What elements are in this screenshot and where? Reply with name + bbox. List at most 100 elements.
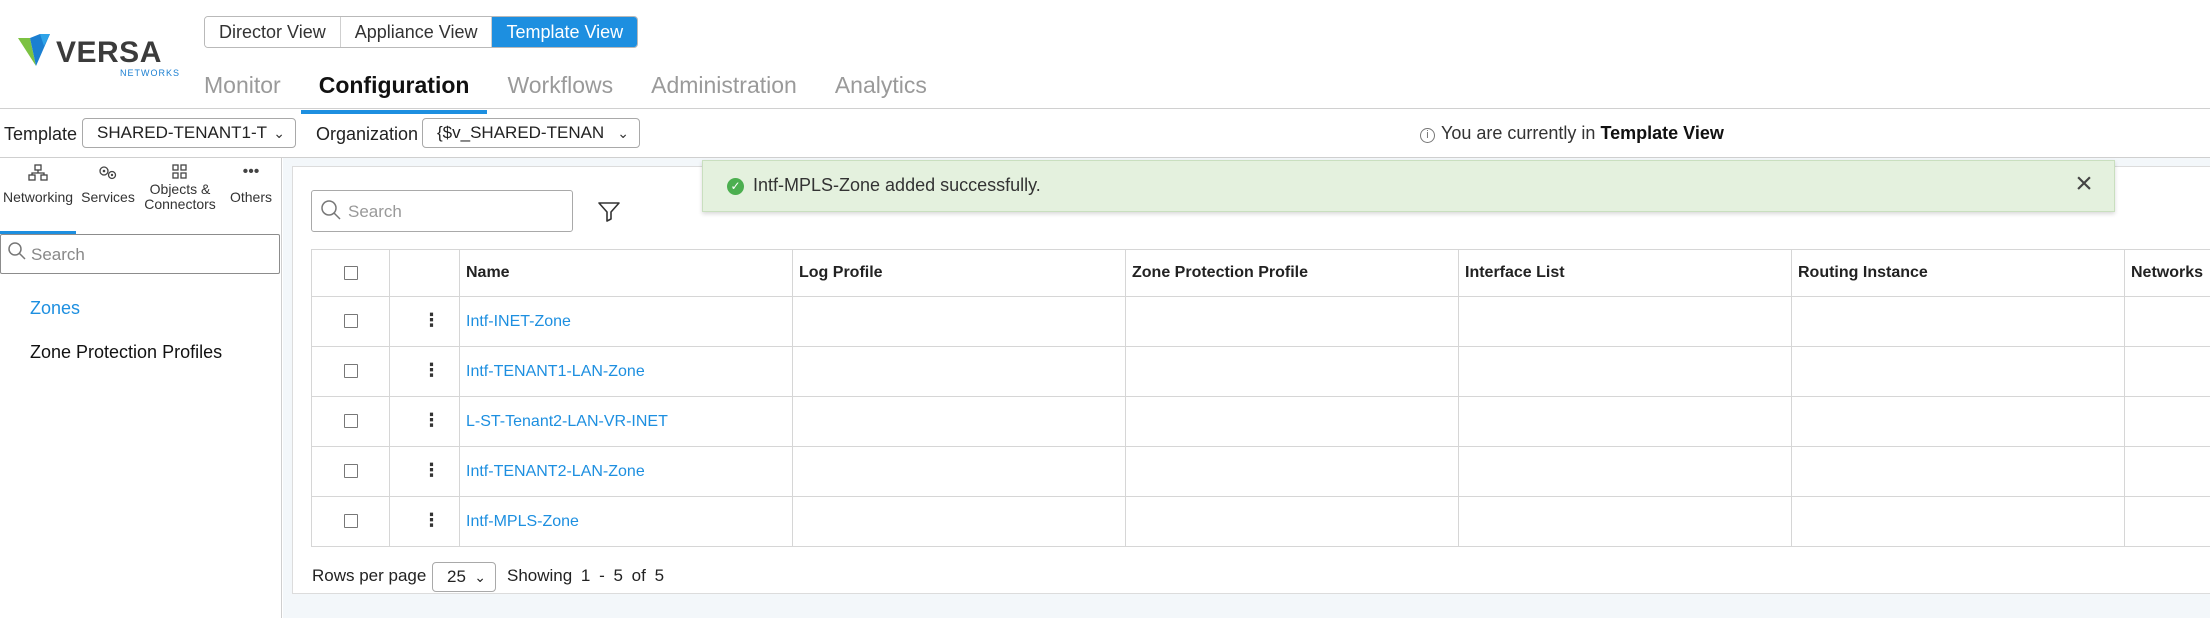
info-icon: i (1420, 128, 1435, 143)
column-header-log-profile[interactable]: Log Profile (792, 249, 1126, 297)
search-icon (7, 241, 27, 266)
row-menu-cell: ⋮ (389, 346, 460, 397)
more-icon: ••• (242, 163, 260, 180)
organization-select[interactable]: {$v_SHARED-TENAN ⌄ (422, 118, 640, 148)
director-view-button[interactable]: Director View (205, 17, 341, 47)
organization-select-value: {$v_SHARED-TENAN (437, 123, 605, 142)
column-header-networks[interactable]: Networks (2124, 249, 2210, 297)
category-label: Networking (2, 189, 74, 205)
versa-logo-icon (18, 34, 50, 66)
view-switch: Director View Appliance View Template Vi… (204, 16, 639, 48)
kebab-menu-icon[interactable]: ⋮ (423, 411, 441, 429)
rows-per-page-select[interactable]: 25 ⌄ (432, 562, 496, 592)
header-actions (389, 249, 460, 297)
versa-logo: VERSA NETWORKS (16, 28, 179, 78)
checkbox[interactable] (343, 314, 358, 329)
kebab-menu-icon[interactable]: ⋮ (423, 511, 441, 529)
zone-name-link[interactable]: Intf-MPLS-Zone (459, 496, 793, 547)
objects-icon (140, 164, 220, 182)
template-view-button[interactable]: Template View (492, 17, 638, 47)
template-select[interactable]: SHARED-TENANT1-T ⌄ (82, 118, 296, 148)
pagination-summary: Showing 1 - 5 of 5 (507, 566, 665, 585)
template-label: Template (4, 124, 78, 144)
category-objects-connectors[interactable]: Objects & Connectors (140, 158, 220, 234)
table-row: ⋮ Intf-TENANT1-LAN-Zone (311, 346, 2210, 397)
zone-name-link[interactable]: Intf-TENANT1-LAN-Zone (459, 346, 793, 397)
toast-message: Intf-MPLS-Zone added successfully. (753, 175, 1041, 195)
category-others[interactable]: ••• Others (220, 158, 282, 234)
row-menu-cell: ⋮ (389, 396, 460, 447)
main-nav: Monitor Configuration Workflows Administ… (204, 66, 965, 114)
category-networking[interactable]: Networking (0, 158, 76, 234)
kebab-menu-icon[interactable]: ⋮ (423, 311, 441, 329)
row-checkbox-cell (311, 296, 390, 347)
table-header-row: Name Log Profile Zone Protection Profile… (311, 249, 2210, 297)
row-menu-cell: ⋮ (389, 446, 460, 497)
row-checkbox-cell (311, 396, 390, 447)
header-select-all[interactable] (311, 249, 390, 297)
nav-workflows[interactable]: Workflows (507, 66, 613, 108)
view-info: i You are currently in Template View (1420, 123, 1724, 144)
column-header-zone-protection-profile[interactable]: Zone Protection Profile (1125, 249, 1459, 297)
category-tabs: Networking Services Objects & Connectors… (0, 158, 282, 234)
nav-monitor[interactable]: Monitor (204, 66, 281, 108)
zone-name-link[interactable]: Intf-TENANT2-LAN-Zone (459, 446, 793, 497)
sidebar-item-zones[interactable]: Zones (0, 286, 280, 330)
brand-name: VERSA (56, 36, 162, 69)
category-label: Objects & Connectors (144, 181, 216, 212)
filter-icon (598, 202, 620, 222)
zones-table: Name Log Profile Zone Protection Profile… (311, 249, 2210, 547)
template-select-value: SHARED-TENANT1-T (97, 123, 268, 142)
sidebar: Networking Services Objects & Connectors… (0, 158, 282, 618)
column-header-interface-list[interactable]: Interface List (1458, 249, 1792, 297)
success-toast: ✓ Intf-MPLS-Zone added successfully. × (702, 160, 2115, 212)
sidebar-search (0, 234, 280, 274)
row-checkbox-cell (311, 346, 390, 397)
nav-configuration[interactable]: Configuration (300, 66, 488, 114)
context-bar: Template SHARED-TENANT1-T ⌄ Organization… (0, 110, 2210, 158)
checkbox[interactable] (343, 514, 358, 529)
sidebar-search-input[interactable] (31, 243, 261, 267)
category-services[interactable]: Services (76, 158, 140, 234)
check-circle-icon: ✓ (727, 178, 744, 195)
services-icon (76, 164, 140, 190)
view-info-bold: Template View (1600, 123, 1724, 143)
networking-icon (0, 164, 76, 190)
category-label: Others (229, 189, 272, 205)
table-row: ⋮ L-ST-Tenant2-LAN-VR-INET (311, 396, 2210, 447)
brand-sub: NETWORKS (120, 68, 181, 78)
view-info-prefix: You are currently in (1441, 123, 1596, 143)
nav-analytics[interactable]: Analytics (835, 66, 927, 108)
checkbox[interactable] (343, 414, 358, 429)
checkbox[interactable] (343, 464, 358, 479)
column-header-name[interactable]: Name (459, 249, 793, 297)
main-search-input[interactable] (348, 200, 558, 224)
kebab-menu-icon[interactable]: ⋮ (423, 361, 441, 379)
chevron-down-icon: ⌄ (474, 569, 486, 585)
checkbox[interactable] (343, 265, 358, 280)
filter-button[interactable] (596, 198, 622, 224)
header-divider (0, 108, 2210, 109)
search-icon (320, 199, 342, 226)
close-icon[interactable]: × (2068, 169, 2100, 201)
zone-name-link[interactable]: Intf-INET-Zone (459, 296, 793, 347)
chevron-down-icon: ⌄ (273, 125, 285, 141)
organization-label: Organization (316, 124, 419, 144)
table-row: ⋮ Intf-INET-Zone (311, 296, 2210, 347)
table-row: ⋮ Intf-TENANT2-LAN-Zone (311, 446, 2210, 497)
main-search (311, 190, 573, 232)
sidebar-item-zone-protection-profiles[interactable]: Zone Protection Profiles (0, 330, 280, 374)
row-menu-cell: ⋮ (389, 496, 460, 547)
category-label: Services (81, 189, 135, 205)
row-checkbox-cell (311, 496, 390, 547)
row-menu-cell: ⋮ (389, 296, 460, 347)
checkbox[interactable] (343, 364, 358, 379)
row-checkbox-cell (311, 446, 390, 497)
column-header-routing-instance[interactable]: Routing Instance (1791, 249, 2125, 297)
appliance-view-button[interactable]: Appliance View (340, 17, 493, 47)
rows-per-page-value: 25 (447, 567, 466, 586)
kebab-menu-icon[interactable]: ⋮ (423, 461, 441, 479)
zone-name-link[interactable]: L-ST-Tenant2-LAN-VR-INET (459, 396, 793, 447)
rows-per-page-label: Rows per page (312, 566, 427, 585)
nav-administration[interactable]: Administration (651, 66, 797, 108)
